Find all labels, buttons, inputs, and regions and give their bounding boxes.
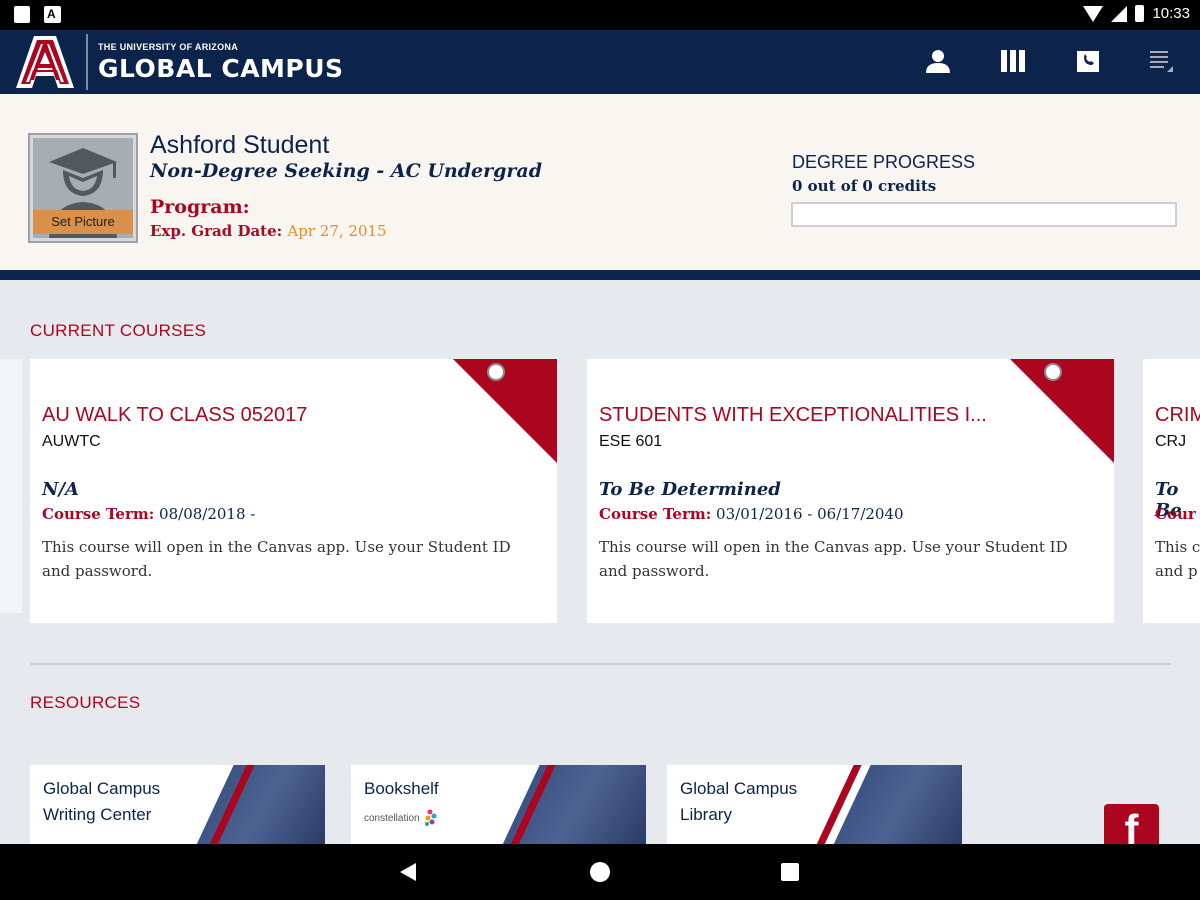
grad-date-label: Exp. Grad Date: [150,222,283,240]
profile-icon [926,50,950,73]
avatar[interactable]: Set Picture [28,133,138,243]
course-term-value: 08/08/2018 - [159,505,256,523]
program-label: Program: [150,196,250,218]
navigation-bar [0,844,1200,900]
wifi-icon [1083,5,1104,22]
course-description: This course will open in the Canvas app.… [42,538,511,580]
notification-doc-icon [14,6,30,23]
course-term: Course Term: 03/01/2016 - 06/17/2040 [599,505,904,523]
status-bar: 10:33 [0,0,1200,30]
degree-progress-bar [791,202,1177,227]
constellation-logo: constellation [364,809,438,827]
screen: 10:33 THE UNIVERSITY OF ARIZONA GLOBAL C… [0,0,1200,900]
app-header: THE UNIVERSITY OF ARIZONA GLOBAL CAMPUS [0,30,1200,94]
resource-tile-bookshelf[interactable]: Bookshelf constellation [351,765,646,845]
arizona-a-logo [16,36,74,88]
logo-global-campus-text: GLOBAL CAMPUS [98,54,344,83]
degree-progress-title: DEGREE PROGRESS [792,152,976,172]
library-icon [1001,50,1025,72]
course-title: AU WALK TO CLASS 052017 [42,404,308,426]
course-code: AUWTC [42,433,101,450]
avatar-image: Set Picture [33,138,133,238]
notification-app-icon [44,6,61,23]
logo-divider [86,34,88,90]
current-courses-title: CURRENT COURSES [30,321,207,340]
course-title: STUDENTS WITH EXCEPTIONALITIES I... [599,404,987,426]
card-corner [1010,359,1114,463]
resource-label: Global Campus Library [680,779,798,824]
status-notifications [14,6,61,23]
course-term-value: 03/01/2016 - 06/17/2040 [716,505,904,523]
course-code: ESE 601 [599,433,663,450]
set-picture-button[interactable]: Set Picture [33,210,133,234]
course-term-label: Course Term: [599,505,712,523]
logo-university-text: THE UNIVERSITY OF ARIZONA [98,42,239,52]
resource-photo [822,765,962,845]
course-instructor: N/A [42,479,79,500]
previous-card-peek [0,359,22,613]
course-status-icon [487,363,505,381]
course-term: Course Term: 08/08/2018 - [42,505,255,523]
course-instructor: To Be Determined [599,479,781,500]
resource-tile-writing-center[interactable]: Global Campus Writing Center [30,765,325,845]
resource-label: Global Campus Writing Center [43,779,161,824]
contact-button[interactable] [1072,44,1106,78]
course-term: Cour [1155,505,1196,523]
status-indicators: 10:33 [1083,5,1190,22]
home-icon[interactable] [590,862,610,882]
menu-icon [1150,51,1173,72]
contact-icon [1077,51,1099,72]
degree-progress-credits: 0 out of 0 credits [792,177,937,195]
course-description: This c and p [1155,538,1200,580]
course-term-label: Cour [1155,505,1196,523]
battery-icon [1135,5,1145,22]
header-divider [0,270,1200,280]
status-time: 10:33 [1152,5,1190,22]
section-divider [30,663,1171,665]
profile-button[interactable] [921,44,955,78]
grad-date-value: Apr 27, 2015 [287,222,387,240]
course-description: This course will open in the Canvas app.… [599,538,1068,580]
back-icon[interactable] [400,863,416,881]
student-program-type: Non-Degree Seeking - AC Undergrad [150,160,543,182]
library-button[interactable] [996,44,1030,78]
recents-icon[interactable] [781,863,799,881]
course-card-partial[interactable]: CRIM CRJ To Be Cour This c and p [1143,359,1200,623]
course-term-label: Course Term: [42,505,155,523]
resources-title: RESOURCES [30,693,141,712]
course-status-icon [1044,363,1062,381]
course-card[interactable]: AU WALK TO CLASS 052017 AUWTC N/A Course… [30,359,557,623]
resource-tile-library[interactable]: Global Campus Library [667,765,962,845]
profile-section: Set Picture Ashford Student Non-Degree S… [0,94,1200,270]
course-code: CRJ [1155,433,1187,450]
course-card[interactable]: STUDENTS WITH EXCEPTIONALITIES I... ESE … [587,359,1114,623]
student-name: Ashford Student [150,131,330,159]
constellation-dots-icon [424,809,437,826]
grad-date-row: Exp. Grad Date: Apr 27, 2015 [150,222,387,240]
resource-photo [185,765,325,845]
resource-photo [491,765,646,845]
signal-icon [1111,5,1128,22]
resource-label: Bookshelf [364,779,439,798]
course-title: CRIM [1155,404,1200,426]
card-corner [453,359,557,463]
menu-button[interactable] [1144,44,1178,78]
constellation-text: constellation [364,812,420,824]
